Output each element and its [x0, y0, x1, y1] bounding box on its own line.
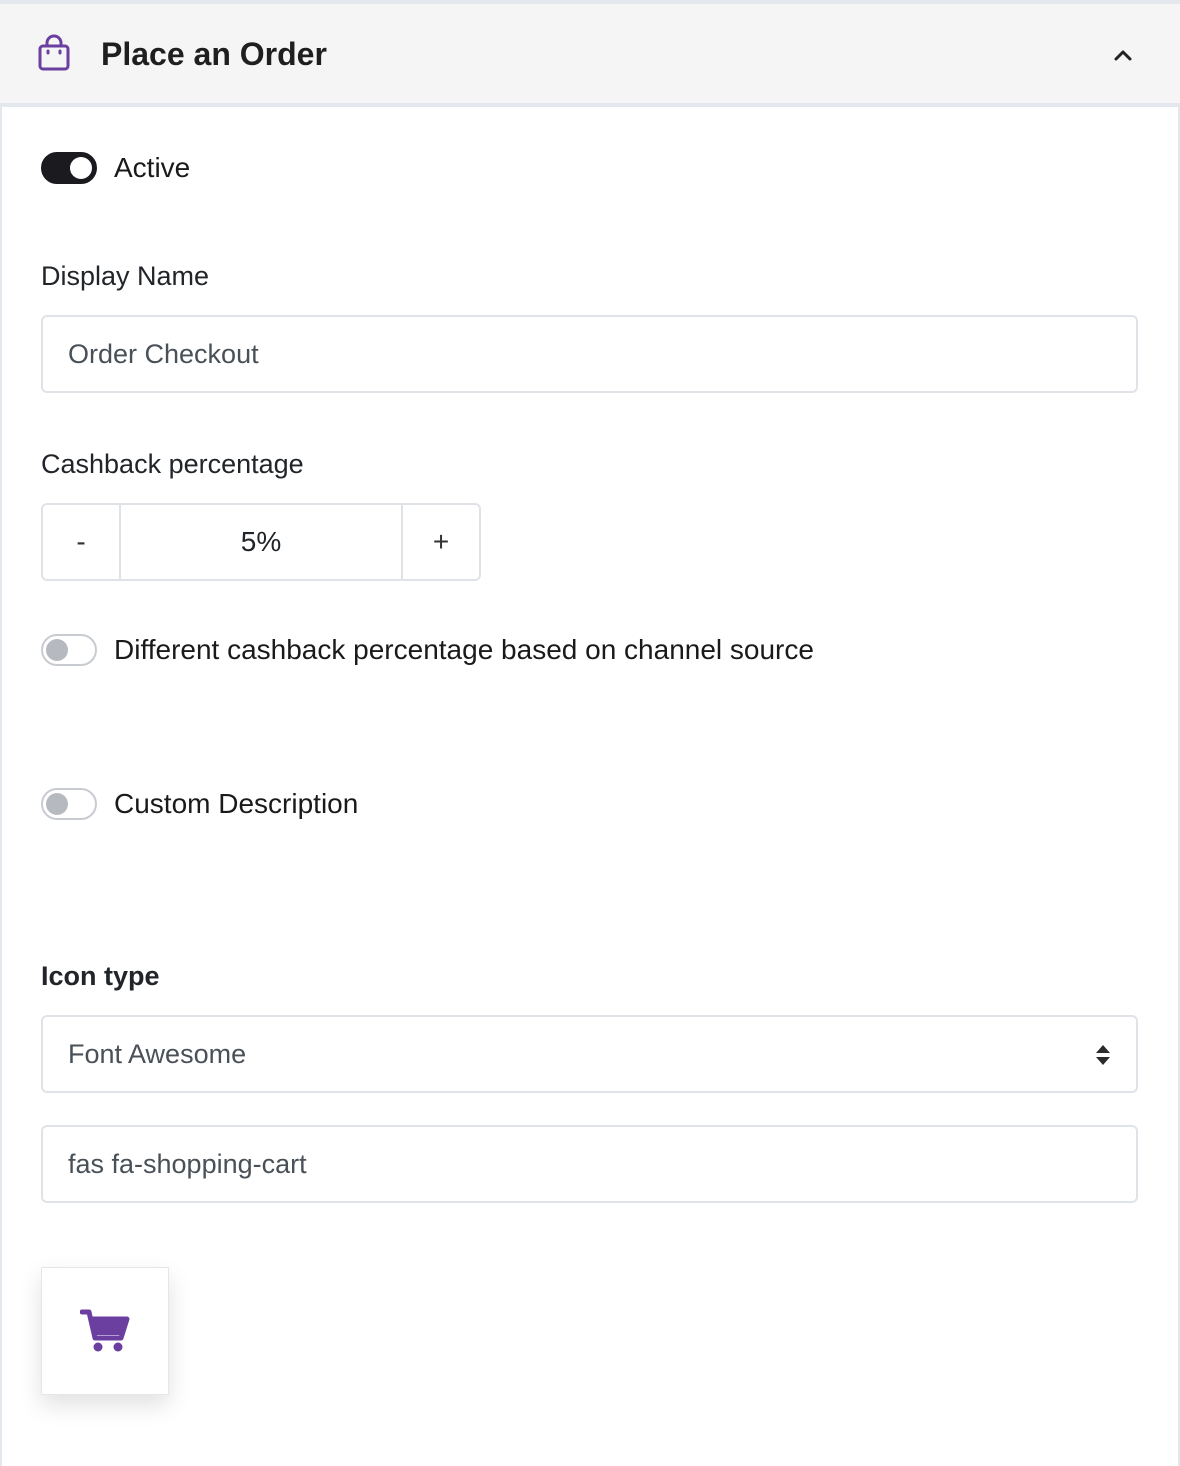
increment-button[interactable]: + — [401, 505, 479, 579]
shopping-cart-icon — [80, 1309, 130, 1352]
shopping-bag-icon — [38, 34, 70, 71]
icon-type-select[interactable]: Font Awesome — [41, 1015, 1138, 1093]
cashback-label: Cashback percentage — [41, 449, 304, 479]
cashback-value[interactable]: 5% — [121, 505, 401, 579]
channel-cashback-toggle[interactable] — [41, 634, 97, 666]
toggle-knob — [70, 157, 92, 179]
accordion-body — [0, 106, 1180, 1466]
page-title: Place an Order — [101, 36, 327, 72]
decrement-button[interactable]: - — [43, 505, 121, 579]
chevron-up-icon[interactable] — [1110, 44, 1136, 66]
display-name-label: Display Name — [41, 261, 210, 291]
icon-preview — [41, 1267, 169, 1395]
icon-class-input[interactable]: fas fa-shopping-cart — [41, 1125, 1138, 1203]
accordion-header[interactable]: Place an Order — [0, 0, 1180, 106]
icon-type-selected: Font Awesome — [68, 1039, 247, 1069]
active-label: Active — [114, 152, 191, 183]
display-name-input[interactable]: Order Checkout — [41, 315, 1138, 393]
icon-type-label: Icon type — [41, 961, 160, 991]
channel-cashback-label: Different cashback percentage based on c… — [114, 634, 814, 665]
custom-description-label: Custom Description — [114, 788, 359, 819]
toggle-knob — [46, 639, 68, 661]
custom-description-toggle[interactable] — [41, 788, 97, 820]
active-toggle[interactable] — [41, 152, 97, 184]
sort-arrows-icon — [1096, 1045, 1110, 1065]
toggle-knob — [46, 793, 68, 815]
cashback-stepper: - 5% + — [41, 503, 481, 581]
